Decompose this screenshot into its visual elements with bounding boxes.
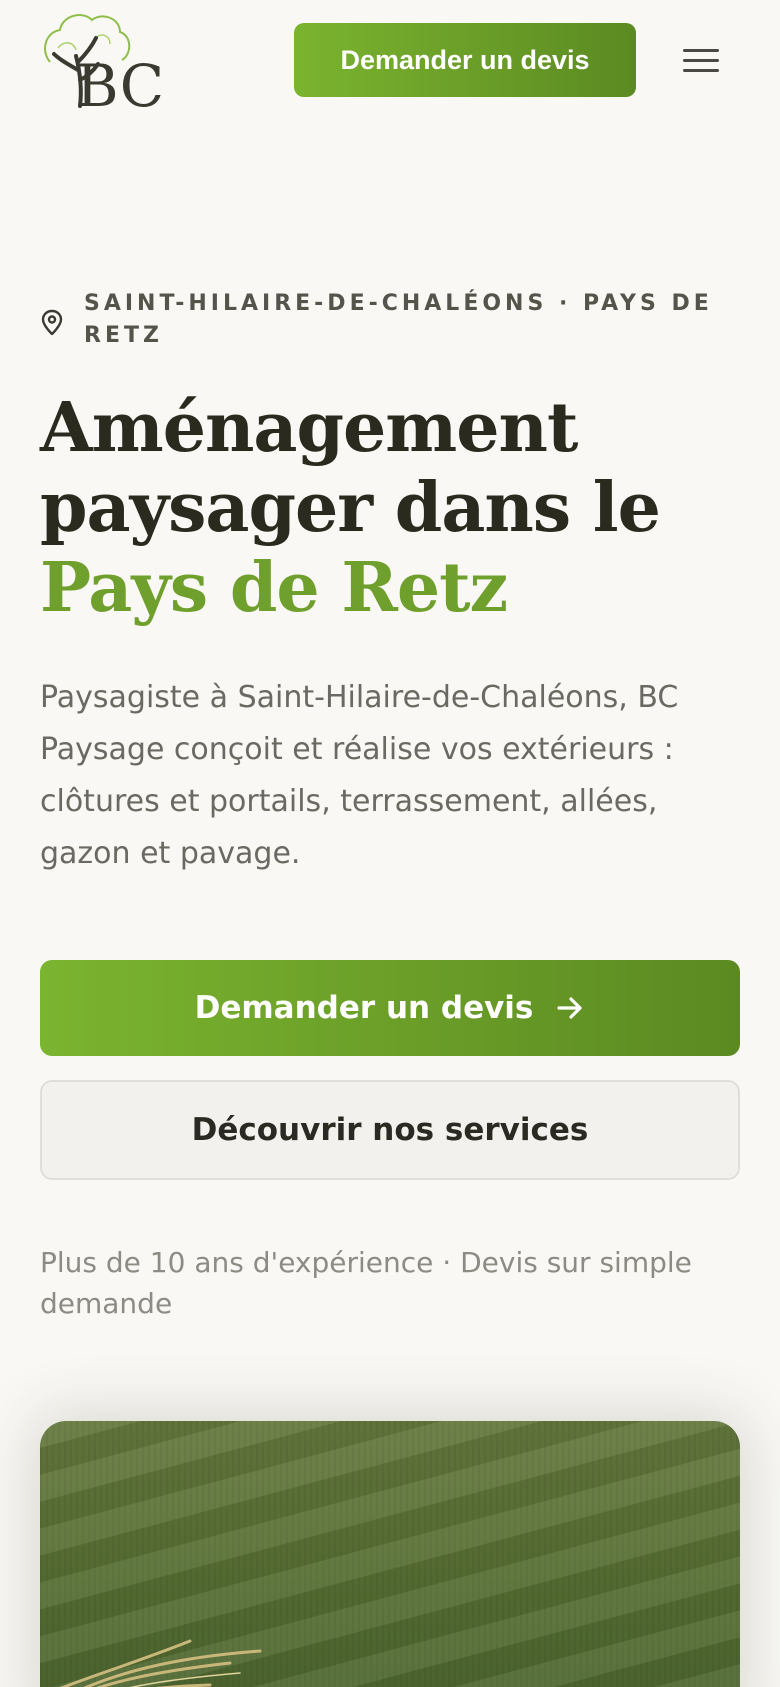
menu-bar <box>683 48 719 52</box>
lawn-photo <box>40 1421 740 1687</box>
bc-paysage-logo[interactable]: BC <box>40 10 174 120</box>
header-quote-button[interactable]: Demander un devis <box>294 23 636 97</box>
map-pin-icon <box>41 309 63 336</box>
title-line-1: Aménagement <box>40 388 578 468</box>
menu-bar <box>683 58 719 62</box>
page-title: Aménagement paysager dans le Pays de Ret… <box>40 388 760 628</box>
trust-note: Plus de 10 ans d'expérience · Devis sur … <box>40 1246 692 1320</box>
grass-blades-graphic <box>59 1639 262 1687</box>
request-quote-button[interactable]: Demander un devis <box>40 960 740 1056</box>
hamburger-menu-icon[interactable] <box>676 36 726 84</box>
hero-description: Paysagiste à Saint-Hilaire-de-Chaléons, … <box>40 680 679 871</box>
title-accent: Pays de Retz <box>40 548 508 628</box>
site-header: BC Demander un devis <box>0 0 780 120</box>
discover-services-button[interactable]: Découvrir nos services <box>40 1080 740 1180</box>
arrow-right-icon <box>557 997 582 1019</box>
tree-logo-icon: BC <box>44 14 164 120</box>
location-label: SAINT-HILAIRE-DE-CHALÉONS · PAYS DE RETZ <box>84 291 713 348</box>
menu-bar <box>683 68 719 72</box>
logo-text: BC <box>76 52 164 110</box>
location-kicker: SAINT-HILAIRE-DE-CHALÉONS · PAYS DE RETZ <box>40 288 740 352</box>
title-line-2: paysager dans le <box>40 468 661 548</box>
request-quote-label: Demander un devis <box>194 990 534 1026</box>
